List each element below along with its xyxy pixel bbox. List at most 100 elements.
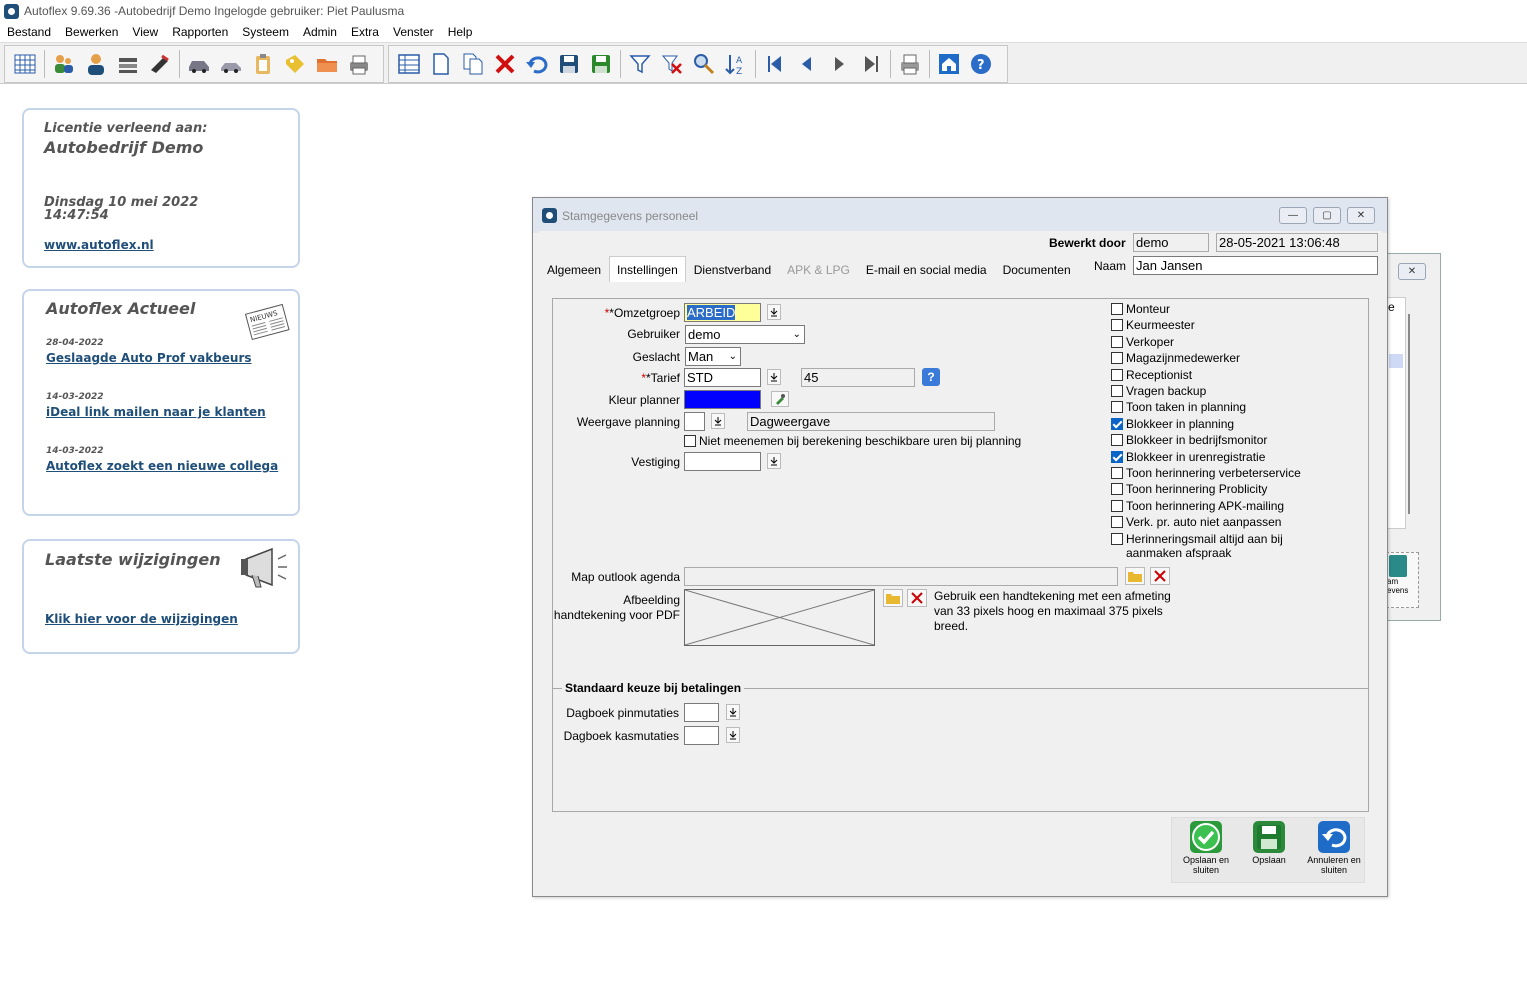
- color-picker-icon[interactable]: [771, 391, 789, 407]
- stamgegevens-button[interactable]: am evens: [1386, 552, 1419, 608]
- tools-icon[interactable]: [146, 49, 174, 79]
- menu-venster[interactable]: Venster: [386, 23, 441, 42]
- kasmutaties-dropdown-icon[interactable]: [726, 727, 740, 743]
- save-close-button[interactable]: Opslaan en sluiten: [1177, 818, 1235, 875]
- signature-image[interactable]: [684, 589, 875, 646]
- vestiging-dropdown-icon[interactable]: [767, 453, 781, 469]
- first-record-icon[interactable]: [761, 49, 789, 79]
- tab-apk-lpg[interactable]: APK & LPG: [779, 256, 858, 282]
- tab-email-social[interactable]: E-mail en social media: [858, 256, 995, 282]
- print-icon[interactable]: [896, 49, 924, 79]
- undo-icon[interactable]: [523, 49, 551, 79]
- role-checkbox[interactable]: Toon herinnering verbeterservice: [1111, 466, 1301, 480]
- news-link[interactable]: Autoflex zoekt een nieuwe collega: [46, 459, 278, 473]
- role-checkbox[interactable]: Blokkeer in bedrijfsmonitor: [1111, 433, 1267, 447]
- tab-instellingen[interactable]: Instellingen: [609, 256, 686, 282]
- menu-systeem[interactable]: Systeem: [235, 23, 296, 42]
- person-icon[interactable]: [82, 49, 110, 79]
- vestiging-field[interactable]: [684, 452, 761, 471]
- last-record-icon[interactable]: [857, 49, 885, 79]
- role-checkbox[interactable]: Toon herinnering APK-mailing: [1111, 499, 1284, 513]
- save-icon[interactable]: [555, 49, 583, 79]
- role-checkbox[interactable]: Blokkeer in planning: [1111, 417, 1234, 431]
- menu-extra[interactable]: Extra: [344, 23, 386, 42]
- close-icon[interactable]: ✕: [1398, 263, 1426, 280]
- new-record-icon[interactable]: [427, 49, 455, 79]
- filter-icon[interactable]: [626, 49, 654, 79]
- car-service-icon[interactable]: [217, 49, 245, 79]
- menu-help[interactable]: Help: [441, 23, 480, 42]
- clear-filter-icon[interactable]: [658, 49, 686, 79]
- niet-meenemen-checkbox[interactable]: Niet meenemen bij berekening beschikbare…: [684, 434, 1021, 448]
- clear-icon[interactable]: [907, 589, 927, 607]
- previous-record-icon[interactable]: [793, 49, 821, 79]
- omzetgroep-dropdown-icon[interactable]: [767, 304, 781, 320]
- scrollbar[interactable]: [1408, 314, 1410, 514]
- minimize-icon[interactable]: —: [1279, 207, 1307, 224]
- role-checkbox[interactable]: Monteur: [1111, 302, 1170, 316]
- users-icon[interactable]: [50, 49, 78, 79]
- omzetgroep-field[interactable]: ARBEID: [684, 303, 761, 322]
- tab-algemeen[interactable]: Algemeen: [539, 256, 609, 282]
- folder-icon[interactable]: [313, 49, 341, 79]
- role-checkbox[interactable]: Verk. pr. auto niet aanpassen: [1111, 515, 1281, 529]
- naam-field[interactable]: Jan Jansen: [1133, 256, 1378, 275]
- role-checkbox[interactable]: Magazijnmedewerker: [1111, 351, 1240, 365]
- delete-icon[interactable]: [491, 49, 519, 79]
- role-checkbox[interactable]: Receptionist: [1111, 368, 1192, 382]
- role-checkbox[interactable]: Blokkeer in urenregistratie: [1111, 450, 1265, 464]
- tab-documenten[interactable]: Documenten: [995, 256, 1079, 282]
- kasmutaties-field[interactable]: [684, 726, 719, 745]
- tag-icon[interactable]: [281, 49, 309, 79]
- sort-icon[interactable]: AZ: [722, 49, 750, 79]
- printer-icon[interactable]: [345, 49, 373, 79]
- clipboard-icon[interactable]: [249, 49, 277, 79]
- gebruiker-select[interactable]: demo ⌄: [685, 325, 805, 344]
- menu-admin[interactable]: Admin: [296, 23, 344, 42]
- tab-dienstverband[interactable]: Dienstverband: [686, 256, 779, 282]
- role-checkbox-label: Keurmeester: [1126, 318, 1195, 333]
- map-outlook-label: Map outlook agenda: [571, 570, 680, 584]
- menu-rapporten[interactable]: Rapporten: [165, 23, 235, 42]
- news-link[interactable]: iDeal link mailen naar je klanten: [46, 405, 266, 419]
- help-icon[interactable]: ?: [967, 49, 995, 79]
- tarief-field[interactable]: STD: [684, 368, 761, 387]
- parts-icon[interactable]: [114, 49, 142, 79]
- maximize-icon[interactable]: ▢: [1313, 207, 1341, 224]
- search-icon[interactable]: [690, 49, 718, 79]
- weergave-dropdown-icon[interactable]: [711, 413, 725, 429]
- map-outlook-field[interactable]: [684, 567, 1118, 586]
- geslacht-select[interactable]: Man ⌄: [685, 347, 741, 366]
- car-icon[interactable]: [185, 49, 213, 79]
- role-checkbox[interactable]: Vragen backup: [1111, 384, 1206, 398]
- kleur-planner-swatch[interactable]: [684, 390, 761, 409]
- weergave-code-field[interactable]: [684, 412, 705, 431]
- pinmutaties-dropdown-icon[interactable]: [726, 704, 740, 720]
- menu-bestand[interactable]: Bestand: [0, 23, 58, 42]
- next-record-icon[interactable]: [825, 49, 853, 79]
- changes-link[interactable]: Klik hier voor de wijzigingen: [45, 612, 238, 626]
- close-icon[interactable]: ✕: [1347, 207, 1375, 224]
- home-icon[interactable]: [935, 49, 963, 79]
- table-view-icon[interactable]: [395, 49, 423, 79]
- news-link[interactable]: Geslaagde Auto Prof vakbeurs: [46, 351, 252, 365]
- role-checkbox[interactable]: Toon taken in planning: [1111, 400, 1246, 414]
- folder-open-icon[interactable]: [883, 589, 903, 607]
- menu-view[interactable]: View: [125, 23, 165, 42]
- autoflex-website-link[interactable]: www.autoflex.nl: [44, 238, 154, 252]
- clear-icon[interactable]: [1150, 567, 1170, 585]
- help-icon[interactable]: ?: [922, 368, 940, 386]
- save-close-icon[interactable]: [587, 49, 615, 79]
- role-checkbox[interactable]: Keurmeester: [1111, 318, 1195, 332]
- role-checkbox[interactable]: Toon herinnering Problicity: [1111, 482, 1267, 496]
- folder-open-icon[interactable]: [1125, 567, 1145, 585]
- tarief-dropdown-icon[interactable]: [767, 369, 781, 385]
- role-checkbox[interactable]: Herinneringsmail altijd aan bij aanmaken…: [1111, 532, 1311, 560]
- save-button[interactable]: Opslaan: [1240, 818, 1298, 865]
- menu-bewerken[interactable]: Bewerken: [58, 23, 125, 42]
- copy-record-icon[interactable]: [459, 49, 487, 79]
- grid-icon[interactable]: [11, 49, 39, 79]
- pinmutaties-field[interactable]: [684, 703, 719, 722]
- role-checkbox[interactable]: Verkoper: [1111, 335, 1174, 349]
- cancel-close-button[interactable]: Annuleren en sluiten: [1305, 818, 1363, 875]
